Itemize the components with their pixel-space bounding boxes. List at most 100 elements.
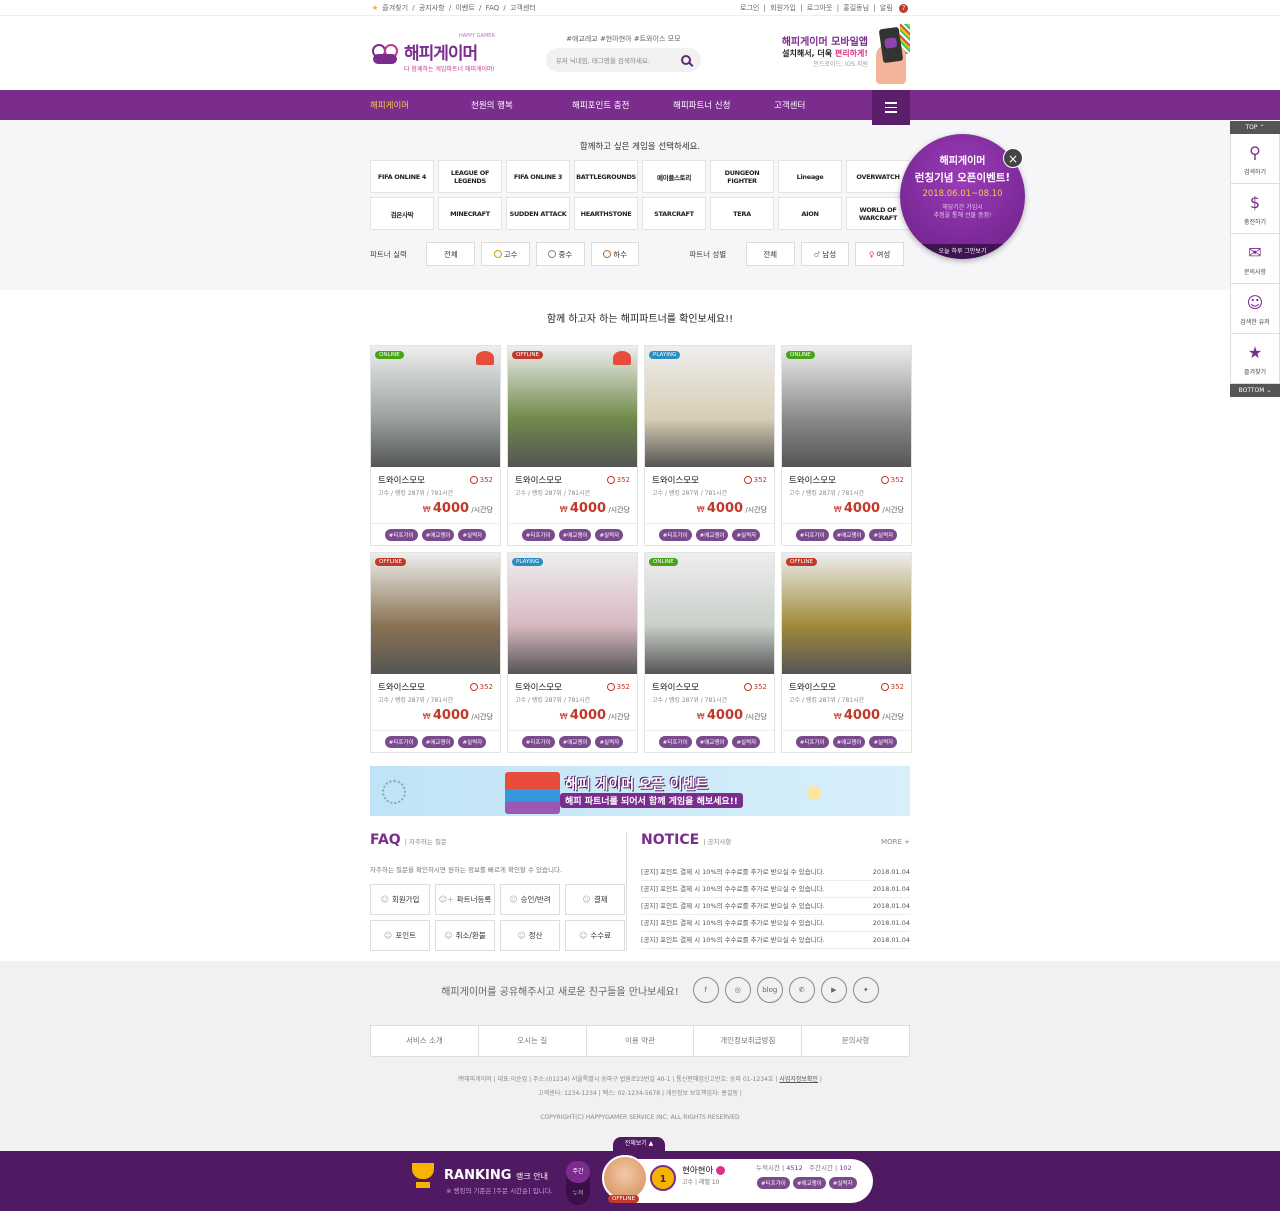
tag[interactable]: #티프가이 <box>658 528 692 541</box>
search-input[interactable]: 유저 닉네임, 태그명을 검색하세요. <box>545 48 701 72</box>
tag[interactable]: #티프가이 <box>658 735 692 748</box>
business-info-link[interactable]: 사업자정보확인 <box>779 1076 818 1083</box>
kakaostory-icon[interactable]: ✆ <box>788 977 815 1003</box>
footer-service-intro[interactable]: 서비스 소개 <box>371 1026 479 1056</box>
event-banner[interactable]: 해피 게이머 오픈 이벤트 해피 파트너를 되어서 함께 게임을 해보세요!! <box>370 766 910 816</box>
like-button[interactable]: 352 <box>469 476 493 484</box>
gender-male-button[interactable]: ♂ 남성 <box>800 242 850 266</box>
youtube-icon[interactable]: ▶ <box>820 977 847 1003</box>
like-button[interactable]: 352 <box>743 683 767 691</box>
game-tile[interactable]: DUNGEON FIGHTER <box>710 160 774 193</box>
support-link[interactable]: 고객센터 <box>510 4 536 12</box>
login-link[interactable]: 로그인 <box>740 4 759 12</box>
tag[interactable]: #실력자 <box>732 528 761 541</box>
game-tile[interactable]: HEARTHSTONE <box>574 197 638 230</box>
period-total[interactable]: 누적 <box>566 1183 590 1205</box>
tag[interactable]: #애교쟁이 <box>792 1177 826 1189</box>
tag[interactable]: #티프가이 <box>795 735 829 748</box>
skill-low-button[interactable]: 하수 <box>590 242 640 266</box>
partner-card[interactable]: ONLINE 트와이스모모 352 고수 / 랭킹 287위 / 781시간 ₩ 400… <box>370 345 501 546</box>
faq-category-button[interactable]: ☺ 회원가입 <box>370 884 430 915</box>
ranking-period-toggle[interactable]: 주간 누적 <box>566 1161 590 1205</box>
faq-category-button[interactable]: ☺ 결제 <box>565 884 625 915</box>
notice-item[interactable]: [공지] 포인트 결제 시 10%의 수수료를 추가로 받으실 수 있습니다. 2… <box>641 932 910 949</box>
tag[interactable]: #애교쟁이 <box>695 528 729 541</box>
gender-all-button[interactable]: 전체 <box>745 242 795 266</box>
game-tile[interactable]: BATTLEGROUNDS <box>574 160 638 193</box>
tag[interactable]: #실력자 <box>869 528 898 541</box>
partner-card[interactable]: ONLINE 트와이스모모 352 고수 / 랭킹 287위 / 781시간 ₩ 400… <box>644 552 775 753</box>
tag[interactable]: #티프가이 <box>521 528 555 541</box>
notice-item[interactable]: [공지] 포인트 결제 시 10%의 수수료를 추가로 받으실 수 있습니다. 2… <box>641 881 910 898</box>
tag[interactable]: #티프가이 <box>521 735 555 748</box>
partner-photo[interactable]: PLAYING <box>645 346 774 467</box>
twitter-icon[interactable]: ✦ <box>852 977 879 1003</box>
game-tile[interactable]: 메이플스토리 <box>642 160 706 193</box>
hamburger-menu-icon[interactable] <box>872 90 910 125</box>
logout-link[interactable]: 로그아웃 <box>807 4 833 12</box>
partner-photo[interactable]: ONLINE <box>782 346 911 467</box>
gender-female-button[interactable]: ♀ 여성 <box>855 242 905 266</box>
like-button[interactable]: 352 <box>469 683 493 691</box>
nav-support[interactable]: 고객센터 <box>774 99 875 111</box>
like-button[interactable]: 352 <box>606 476 630 484</box>
ranking-view-all-tab[interactable]: 전체보기 ▲ <box>613 1137 665 1151</box>
game-tile[interactable]: STARCRAFT <box>642 197 706 230</box>
event-link[interactable]: 이벤트 <box>455 4 474 12</box>
tag[interactable]: #티프가이 <box>384 528 418 541</box>
user-name[interactable]: 홍길동님 <box>843 4 869 12</box>
instagram-icon[interactable]: ◎ <box>724 977 751 1003</box>
bookmark-link[interactable]: 즐겨찾기 <box>382 4 408 12</box>
faq-category-button[interactable]: ☺ 정산 <box>500 920 560 951</box>
notice-item[interactable]: [공지] 포인트 결제 시 10%의 수수료를 추가로 받으실 수 있습니다. 2… <box>641 898 910 915</box>
tag[interactable]: #실력자 <box>869 735 898 748</box>
nav-thousand-won[interactable]: 천원의 행복 <box>471 99 572 111</box>
tag[interactable]: #실력자 <box>828 1177 857 1189</box>
partner-card[interactable]: OFFLINE 트와이스모모 352 고수 / 랭킹 287위 / 781시간 ₩ 40… <box>370 552 501 753</box>
faq-category-button[interactable]: ☺ 취소/환불 <box>435 920 495 951</box>
partner-photo[interactable]: PLAYING <box>508 553 637 674</box>
like-button[interactable]: 352 <box>880 683 904 691</box>
close-icon[interactable]: × <box>1003 148 1023 168</box>
faq-category-button[interactable]: ☺ 포인트 <box>370 920 430 951</box>
tag[interactable]: #애교쟁이 <box>421 528 455 541</box>
popup-hide-today[interactable]: 오늘 하루 그만보기 <box>900 244 1025 259</box>
partner-card[interactable]: OFFLINE 트와이스모모 352 고수 / 랭킹 287위 / 781시간 ₩ 40… <box>781 552 912 753</box>
scroll-top-button[interactable]: TOP ⌃ <box>1230 121 1280 134</box>
like-button[interactable]: 352 <box>606 683 630 691</box>
quick-menu-item[interactable]: ★ 즐겨찾기 <box>1230 334 1280 384</box>
notice-item[interactable]: [공지] 포인트 결제 시 10%의 수수료를 추가로 받으실 수 있습니다. 2… <box>641 915 910 932</box>
tag[interactable]: #실력자 <box>458 528 487 541</box>
game-tile[interactable]: LEAGUE OF LEGENDS <box>438 160 502 193</box>
game-tile[interactable]: AION <box>778 197 842 230</box>
nav-partner-apply[interactable]: 해피파트너 신청 <box>673 99 774 111</box>
partner-photo[interactable]: ONLINE <box>371 346 500 467</box>
faq-category-button[interactable]: ☺ 승인/반려 <box>500 884 560 915</box>
game-tile[interactable]: 검은사막 <box>370 197 434 230</box>
partner-card[interactable]: OFFLINE 트와이스모모 352 고수 / 랭킹 287위 / 781시간 ₩ 40… <box>507 345 638 546</box>
popular-tags[interactable]: #애교레교 #현아현아 #트와이스 모모 <box>566 34 680 44</box>
game-tile[interactable]: FIFA ONLINE 4 <box>370 160 434 193</box>
notice-item[interactable]: [공지] 포인트 결제 시 10%의 수수료를 추가로 받으실 수 있습니다. 2… <box>641 864 910 881</box>
tag[interactable]: #실력자 <box>732 735 761 748</box>
signup-link[interactable]: 회원가입 <box>770 4 796 12</box>
footer-privacy[interactable]: 개인정보취급방침 <box>694 1026 803 1056</box>
partner-photo[interactable]: OFFLINE <box>782 553 911 674</box>
tag[interactable]: #실력자 <box>595 528 624 541</box>
partner-card[interactable]: PLAYING 트와이스모모 352 고수 / 랭킹 287위 / 781시간 ₩ 40… <box>507 552 638 753</box>
faq-category-button[interactable]: ☺+ 파트너등록 <box>435 884 495 915</box>
notice-link[interactable]: 공지사항 <box>419 4 445 12</box>
like-button[interactable]: 352 <box>743 476 767 484</box>
facebook-icon[interactable]: f <box>692 977 719 1003</box>
tag[interactable]: #애교쟁이 <box>558 735 592 748</box>
tag[interactable]: #애교쟁이 <box>832 735 866 748</box>
scroll-bottom-button[interactable]: BOTTOM ⌄ <box>1230 384 1280 397</box>
tag[interactable]: #애교쟁이 <box>558 528 592 541</box>
game-tile[interactable]: FIFA ONLINE 3 <box>506 160 570 193</box>
site-logo[interactable]: HAPPY GAMER 해피게이머 다 함께하는 게임파트너 해피게이머! <box>370 33 495 73</box>
nav-happygamer[interactable]: 해피게이머 <box>370 99 471 111</box>
tag[interactable]: #실력자 <box>595 735 624 748</box>
tag[interactable]: #애교쟁이 <box>695 735 729 748</box>
skill-mid-button[interactable]: 중수 <box>535 242 585 266</box>
tag[interactable]: #애교쟁이 <box>832 528 866 541</box>
